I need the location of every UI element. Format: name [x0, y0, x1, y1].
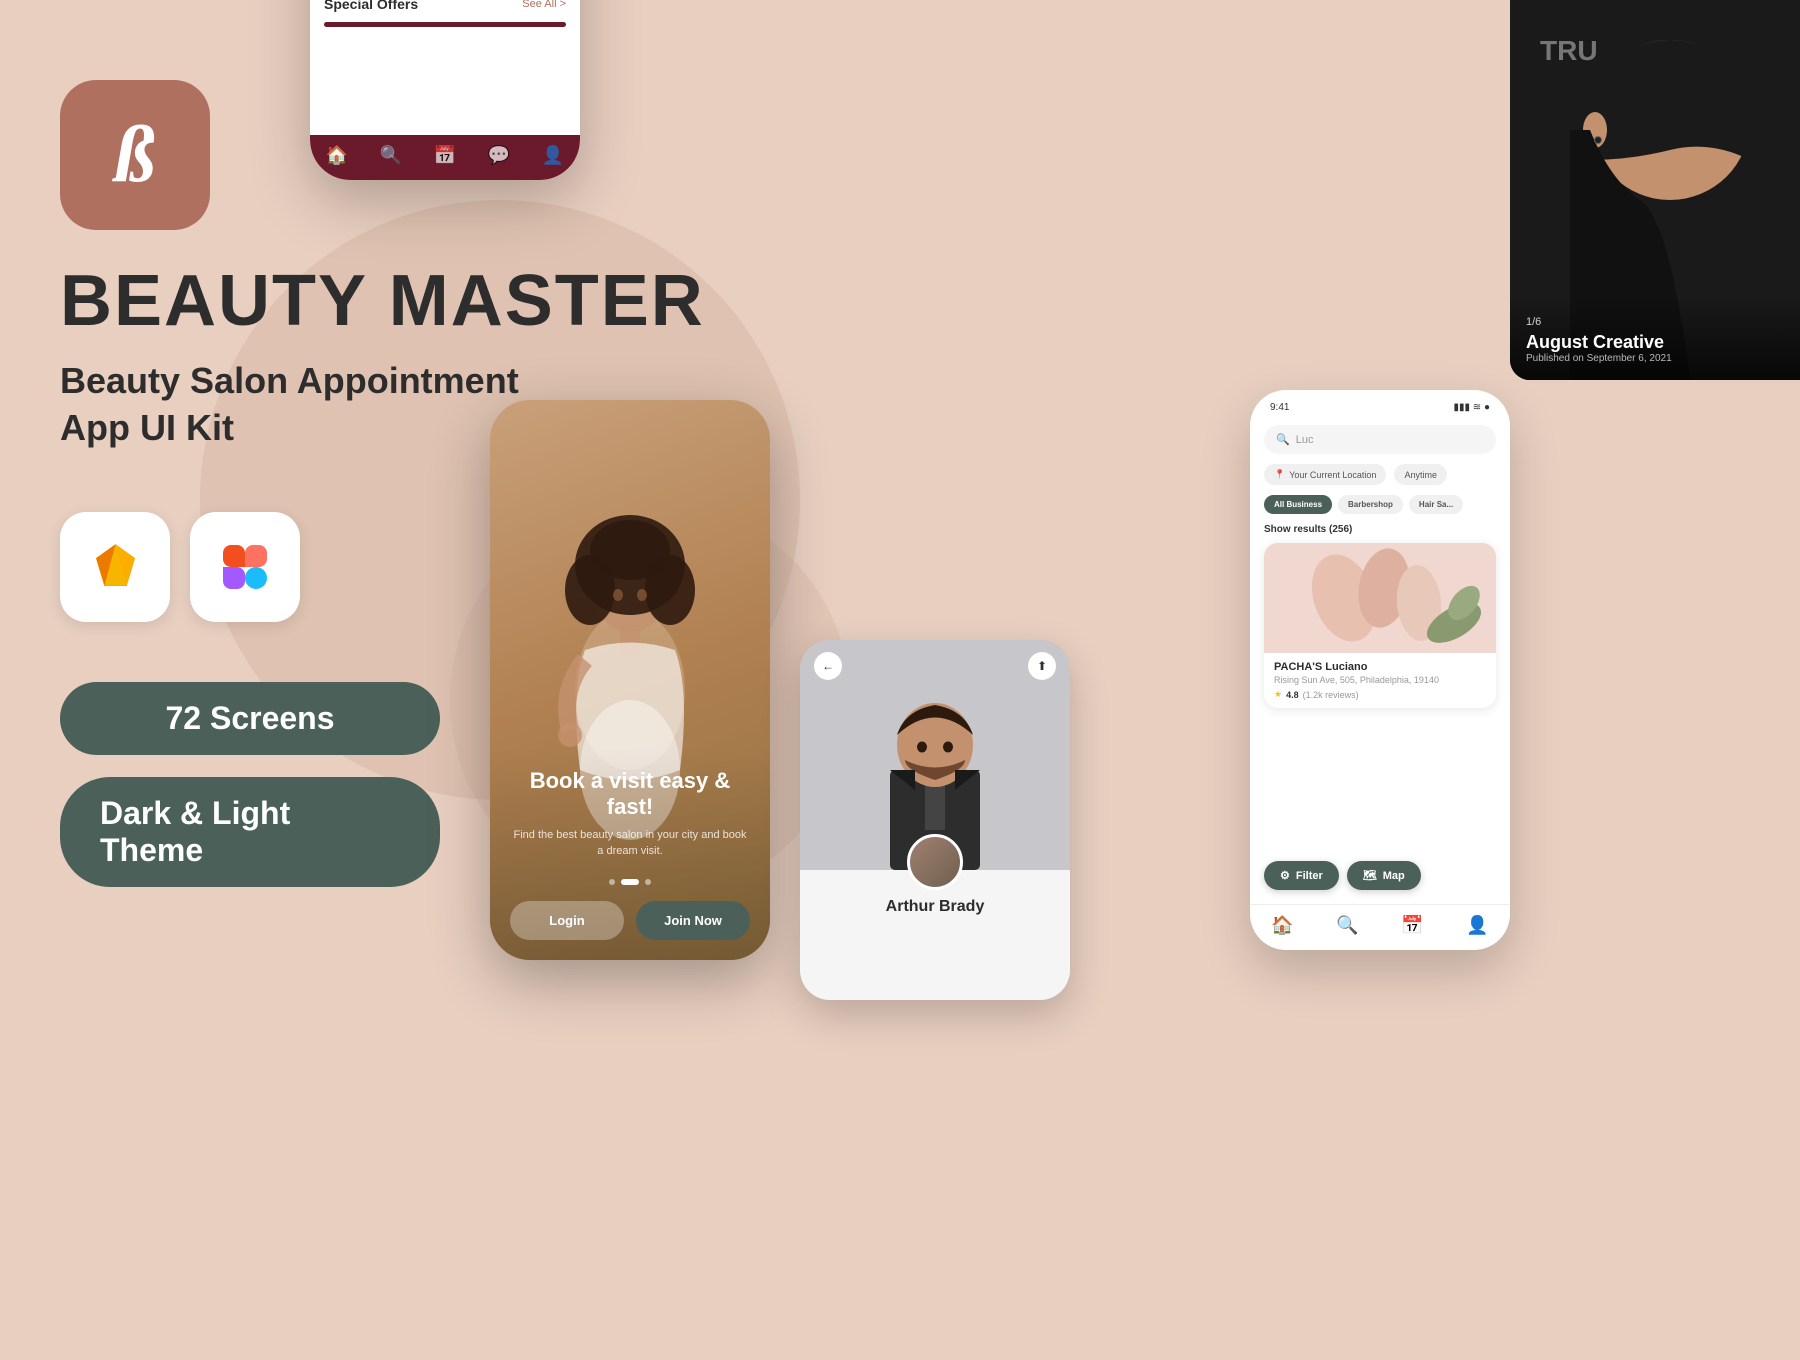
phone4-status-bar: 9:41 ▮▮▮ ≋ ● — [1250, 390, 1510, 425]
dot-1 — [609, 879, 615, 885]
phone3-share-button[interactable]: ⬆ — [1028, 652, 1056, 680]
phone3-avatar — [907, 834, 963, 890]
filter-button[interactable]: ⚙ Filter — [1264, 861, 1339, 890]
photo-author: August Creative — [1526, 332, 1784, 353]
location-filter[interactable]: 📍 Your Current Location — [1264, 464, 1386, 485]
nav-calendar-icon[interactable]: 📅 — [434, 145, 456, 166]
phone1-buttons: Login Join Now — [510, 901, 750, 940]
phone4-filter-row: 📍 Your Current Location Anytime — [1264, 464, 1496, 485]
top-right-photo: TRU 1/6 August Creative Published on Sep… — [1510, 0, 1800, 380]
special-offers-bar — [324, 22, 566, 27]
tab-all-business[interactable]: All Business — [1264, 495, 1332, 514]
dot-3 — [645, 879, 651, 885]
app-icon-letter: ß — [115, 115, 155, 195]
app-icon: ß — [60, 80, 210, 230]
p4-nav-search[interactable]: 🔍 — [1336, 915, 1358, 936]
map-button[interactable]: 🗺 Map — [1347, 861, 1421, 890]
phone-onboarding: 9:41 ▮▮▮ ≋ ● SKIP — [490, 400, 770, 960]
phone-barber-profile: ← ⬆ Arthur Brady — [800, 640, 1070, 1000]
barber-name: Arthur Brady — [816, 898, 1054, 916]
salon-card-image — [1264, 543, 1496, 653]
p4-nav-home[interactable]: 🏠 — [1271, 915, 1293, 936]
p4-nav-profile[interactable]: 👤 — [1466, 915, 1488, 936]
nail-decoration — [1264, 543, 1496, 653]
nav-chat-icon[interactable]: 💬 — [488, 145, 510, 166]
phone1-dots — [510, 879, 750, 885]
screens-badge: 72 Screens — [60, 682, 440, 755]
salon-name: PACHA'S Luciano — [1274, 661, 1486, 673]
dot-2 — [621, 879, 639, 885]
map-icon: 🗺 — [1363, 869, 1377, 882]
phone3-hero-image: ← ⬆ — [800, 640, 1070, 870]
phone4-filter-map-row: ⚙ Filter 🗺 Map — [1264, 861, 1496, 890]
location-icon-filter: 📍 — [1274, 469, 1285, 480]
photo-published: Published on September 6, 2021 — [1526, 353, 1784, 364]
phone2-bottom-nav: 🏠 🔍 📅 💬 👤 — [310, 135, 580, 180]
review-count: (1.2k reviews) — [1303, 690, 1359, 700]
salon-address: Rising Sun Ave, 505, Philadelphia, 19140 — [1274, 675, 1486, 685]
nav-search-icon[interactable]: 🔍 — [380, 145, 402, 166]
phone1-subtext: Find the best beauty salon in your city … — [510, 828, 750, 859]
offers-see-all[interactable]: See All > — [522, 0, 566, 10]
phone2-body: My Master Hannah Benson Book Now — [310, 0, 580, 145]
salon-info: PACHA'S Luciano Rising Sun Ave, 505, Phi… — [1264, 653, 1496, 708]
p4-nav-calendar[interactable]: 📅 — [1401, 915, 1423, 936]
special-offers-header: Special Offers See All > — [324, 0, 566, 12]
salon-rating: ★ 4.8 (1.2k reviews) — [1274, 689, 1486, 700]
phone4-search-text: Luc — [1296, 434, 1314, 446]
svg-text:TRU: TRU — [1540, 35, 1598, 66]
sketch-icon — [88, 539, 143, 594]
phone-search: 9:41 ▮▮▮ ≋ ● 🔍 Luc 📍 Your Current Locati… — [1250, 390, 1510, 950]
phone1-content: Book a visit easy & fast! Find the best … — [490, 748, 770, 960]
results-count: Show results (256) — [1264, 524, 1496, 535]
tab-barbershop[interactable]: Barbershop — [1338, 495, 1403, 514]
nav-profile-icon[interactable]: 👤 — [542, 145, 564, 166]
phone4-bottom-nav: 🏠 🔍 📅 👤 — [1250, 904, 1510, 950]
join-now-button[interactable]: Join Now — [636, 901, 750, 940]
phone-main-app: 9:41 ▮▮▮ ≋ ● ☀ New York 32°c 🔔 🔍 Search … — [310, 0, 580, 180]
search-icon-p4: 🔍 — [1276, 433, 1290, 446]
tab-hair-salon[interactable]: Hair Sa... — [1409, 495, 1463, 514]
time-filter[interactable]: Anytime — [1394, 464, 1447, 485]
rating-value: 4.8 — [1286, 690, 1299, 700]
login-button[interactable]: Login — [510, 901, 624, 940]
phone1-heading: Book a visit easy & fast! — [510, 768, 750, 820]
photo-overlay: 1/6 August Creative Published on Septemb… — [1510, 296, 1800, 380]
sketch-icon-wrap[interactable] — [60, 512, 170, 622]
theme-badge: Dark & Light Theme — [60, 777, 440, 887]
figma-icon — [223, 545, 267, 589]
app-title: BEAUTY MASTER — [60, 260, 740, 342]
photo-counter: 1/6 — [1526, 316, 1784, 328]
phone3-back-button[interactable]: ← — [814, 652, 842, 680]
star-icon: ★ — [1274, 689, 1282, 700]
figma-icon-wrap[interactable] — [190, 512, 300, 622]
phone4-search-bar[interactable]: 🔍 Luc — [1264, 425, 1496, 454]
salon-card[interactable]: PACHA'S Luciano Rising Sun Ave, 505, Phi… — [1264, 543, 1496, 708]
nav-home-icon[interactable]: 🏠 — [326, 145, 348, 166]
phone4-category-tabs: All Business Barbershop Hair Sa... — [1264, 495, 1496, 514]
special-offers-title: Special Offers — [324, 0, 418, 12]
filter-icon: ⚙ — [1280, 869, 1290, 882]
